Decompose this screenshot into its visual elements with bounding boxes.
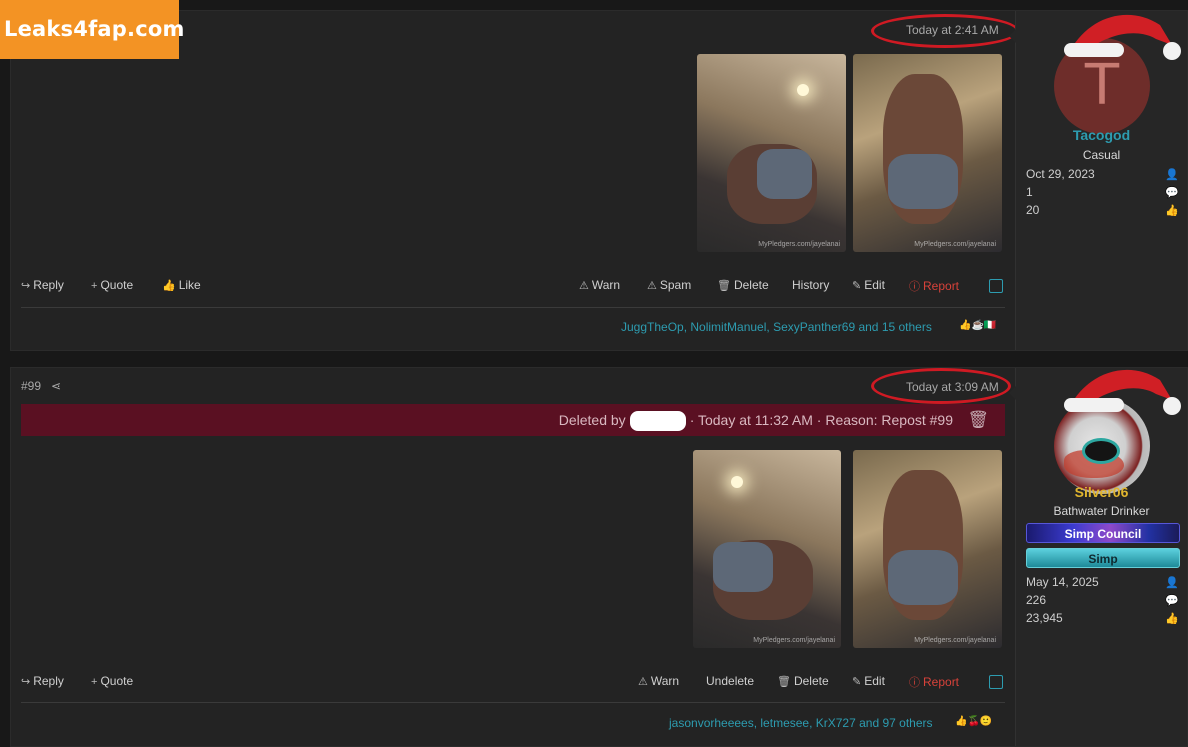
post-image[interactable]: MyPledgers.com/jayelanai [853,450,1002,648]
warning-icon: ⚠ [579,280,589,292]
thumbs-up-icon: 👍 [1165,204,1179,217]
figure-top [888,550,958,605]
user-icon: 👤 [1165,168,1179,181]
edit-button[interactable]: ✎ Edit [852,674,885,688]
avatar-eye [1082,438,1120,464]
user-stats: May 14, 2025 👤 226 💬 23,945 👍 [1026,573,1179,627]
post-number[interactable]: #99 [21,379,41,393]
spam-button[interactable]: ⚠ Spam [647,278,691,292]
like-button[interactable]: 👍 Like [162,278,201,292]
divider [21,307,1005,308]
warn-button[interactable]: ⚠ Warn [638,674,679,688]
user-title: Casual [1082,148,1121,162]
thumbs-up-icon: 👍 [162,280,176,292]
trash-icon: 🗑 [967,410,989,429]
user-pane: T Tacogod Casual Oct 29, 2023 👤 1 💬 20 👍 [1009,11,1187,350]
likes-summary[interactable]: jasonvorheeees, letmesee, KrX727 and 97 … [669,716,933,730]
quote-button[interactable]: + Quote [91,674,133,688]
warn-button[interactable]: ⚠ Warn [579,278,620,292]
post-image[interactable]: MyPledgers.com/jayelanai [853,54,1002,252]
report-button[interactable]: ⓘ Report [909,674,959,690]
image-caption: MyPledgers.com/jayelanai [758,241,840,248]
delete-button[interactable]: 🗑 Delete [777,674,829,688]
likes-summary[interactable]: JuggTheOp, NolimitManuel, SexyPanther69 … [621,320,932,334]
user-icon: 👤 [1165,576,1179,589]
joined-stat: Oct 29, 2023 👤 [1026,167,1179,181]
warning-icon: ⚠ [647,280,657,292]
edit-button[interactable]: ✎ Edit [852,278,885,292]
username[interactable]: Silver06 [1016,484,1187,500]
image-caption: MyPledgers.com/jayelanai [914,637,996,644]
divider [21,702,1005,703]
post-image[interactable]: MyPledgers.com/jayelanai [697,54,846,252]
report-button[interactable]: ⓘ Report [909,278,959,294]
post-actions: ↪ Reply + Quote ⚠ Warn Undelete 🗑 Delete ✎ Ed… [21,674,1005,694]
reply-icon: ↪ [21,280,31,292]
site-watermark: Leaks4fap.com [0,0,184,59]
pencil-icon: ✎ [852,676,862,688]
joined-stat: May 14, 2025 👤 [1026,575,1179,589]
undelete-button[interactable]: Undelete [706,674,754,688]
user-title: Bathwater Drinker [1053,504,1150,518]
reply-icon: ↪ [21,676,31,688]
select-checkbox[interactable] [989,279,1003,293]
santa-hat-icon [1064,14,1181,60]
figure-top [757,149,812,199]
figure-top [713,542,773,592]
history-button[interactable]: History [792,278,829,292]
highlight-oval [871,14,1019,48]
pencil-icon: ✎ [852,280,862,292]
share-icon[interactable]: ⋖ [51,379,61,393]
messages-stat: 226 💬 [1026,593,1179,607]
deleted-notice: Deleted by · Today at 11:32 AM · Reason: … [21,404,1005,436]
messages-stat: 1 💬 [1026,185,1179,199]
user-banner-simp: Simp [1026,548,1180,568]
reactions-stat: 23,945 👍 [1026,611,1179,625]
reaction-icons: 👍🍒🙂 [955,716,993,727]
quote-button[interactable]: + Quote [91,278,133,292]
select-checkbox[interactable] [989,675,1003,689]
warning-icon: ⚠ [638,676,648,688]
trash-icon: 🗑 [717,280,731,292]
post-1: Today at 2:41 AM MyPledgers.com/jayelana… [10,10,1188,351]
santa-hat-icon [1064,369,1181,415]
post-image[interactable]: MyPledgers.com/jayelanai [693,450,841,648]
plus-icon: + [91,676,98,688]
trash-icon: 🗑 [777,676,791,688]
reaction-icons: 👍☕🇮🇹 [959,320,997,331]
user-stats: Oct 29, 2023 👤 1 💬 20 👍 [1026,165,1179,219]
redacted-name [629,411,686,432]
message-icon: 💬 [1165,594,1179,607]
deleted-detail: · Today at 11:32 AM · Reason: Repost #99 [689,412,953,428]
pane-arrow [1009,29,1016,43]
image-caption: MyPledgers.com/jayelanai [914,241,996,248]
pane-arrow [1009,386,1016,400]
alert-circle-icon: ⓘ [909,677,920,689]
figure-top [888,154,958,209]
user-pane: Silver06 Bathwater Drinker Simp Council … [1009,368,1187,746]
user-banner-simp-council: Simp Council [1026,523,1180,543]
lamp-light [731,476,743,488]
plus-icon: + [91,280,98,292]
alert-circle-icon: ⓘ [909,281,920,293]
reply-button[interactable]: ↪ Reply [21,278,64,292]
username[interactable]: Tacogod [1016,127,1187,143]
image-caption: MyPledgers.com/jayelanai [753,637,835,644]
deleted-label: Deleted by [558,412,626,428]
reactions-stat: 20 👍 [1026,203,1179,217]
post-2: ⋖ #99 Today at 3:09 AM Deleted by · Today… [10,367,1188,747]
highlight-oval [871,368,1011,404]
thumbs-up-icon: 👍 [1165,612,1179,625]
lamp-light [797,84,809,96]
delete-button[interactable]: 🗑 Delete [717,278,769,292]
post-actions: ↪ Reply + Quote 👍 Like ⚠ Warn ⚠ Spam 🗑 Delete … [21,278,1005,298]
message-icon: 💬 [1165,186,1179,199]
reply-button[interactable]: ↪ Reply [21,674,64,688]
